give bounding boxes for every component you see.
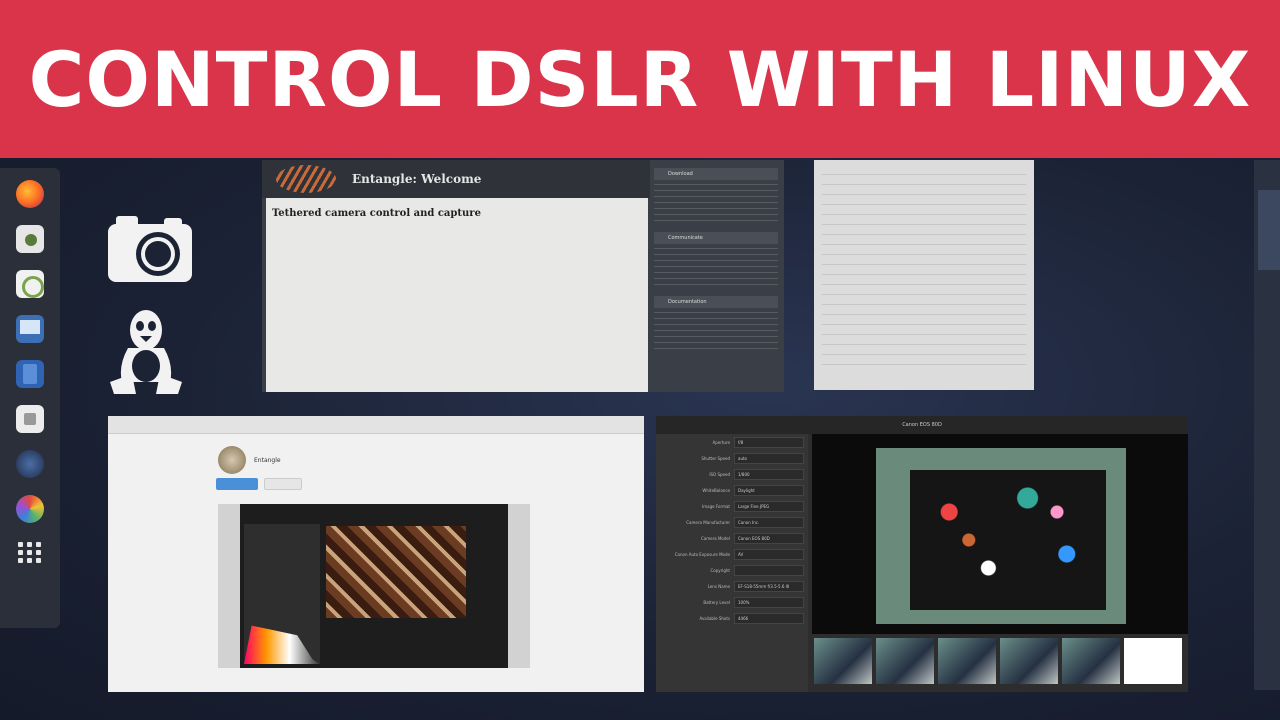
app-name: Entangle [254,456,281,464]
camera-setting-label: ISO Speed [709,471,730,477]
workspace-strip[interactable] [1254,160,1280,690]
camera-setting-value[interactable]: Canon Inc. [734,516,804,528]
communicate-heading: Communicate [654,232,778,244]
camera-setting-label: Image Format [702,503,730,509]
camera-setting-value[interactable]: Canon EOS 80D [734,532,804,544]
remote-desktop-icon[interactable] [16,315,44,343]
camera-setting-label: Aperture [712,439,730,445]
settings-window[interactable] [814,160,1034,390]
entangle-paragraph [272,235,642,242]
thumbnail-strip [812,638,1188,684]
camera-setting-value[interactable]: 4466 [734,612,804,624]
thumbnail[interactable] [814,638,872,684]
settings-content [822,174,1026,374]
camera-setting-row: Camera Manufacturer Canon Inc. [656,514,808,530]
entangle-sidebar: Download Communicate Documentation [654,168,778,388]
entangle-app-icon [218,446,246,474]
thumbnail[interactable] [938,638,996,684]
entangle-paragraph [272,245,642,252]
camera-setting-label: Copyright [710,567,730,573]
tux-icon [110,310,182,394]
app-header: Entangle [218,446,281,474]
camera-preview [812,434,1188,634]
clipboard-icon[interactable] [16,405,44,433]
camera-setting-row: Aperture f/8 [656,434,808,450]
install-button[interactable] [216,478,258,490]
entangle-logo [276,165,336,193]
communicate-text [654,248,778,288]
camera-titlebar: Canon EOS 80D [656,416,1188,434]
camera-setting-row: Battery Level 100% [656,594,808,610]
camera-icon [108,216,192,282]
documentation-block: Documentation [654,296,778,352]
download-heading: Download [654,168,778,180]
sticker-collage [910,470,1106,610]
download-block: Download [654,168,778,224]
camera-setting-label: Battery Level [703,599,730,605]
camera-setting-row: Copyright [656,562,808,578]
camera-setting-label: Camera Manufacturer [686,519,730,525]
thumbnail-selected[interactable] [1124,638,1182,684]
documentation-heading: Documentation [654,296,778,308]
software-titlebar [108,416,644,434]
camera-setting-label: Camera Model [701,535,730,541]
entangle-paragraph [272,225,642,232]
title-banner: CONTROL DSLR WITH LINUX [0,0,1280,158]
camera-setting-value[interactable] [734,564,804,576]
firefox-icon[interactable] [16,180,44,208]
entangle-icon[interactable] [16,450,44,478]
camera-setting-row: Camera Model Canon EOS 80D [656,530,808,546]
apps-grid-icon[interactable] [18,540,42,564]
camera-setting-value[interactable]: auto [734,452,804,464]
camera-setting-value[interactable]: f/8 [734,436,804,448]
darktable-screenshot [240,504,508,668]
software-icon[interactable] [16,225,44,253]
camera-setting-value[interactable]: AV [734,548,804,560]
entangle-website-window[interactable]: Entangle: Welcome Tethered camera contro… [262,160,784,392]
camera-setting-row: Available Shots 4466 [656,610,808,626]
thumbnail[interactable] [876,638,934,684]
camera-setting-value[interactable]: 1/800 [734,468,804,480]
thumbnail[interactable] [1000,638,1058,684]
camera-setting-value[interactable]: Large Fine JPEG [734,500,804,512]
camera-setting-label: Shutter Speed [701,455,730,461]
camera-setting-label: Available Shots [699,615,730,621]
darktable-icon[interactable] [16,495,44,523]
entangle-content: Tethered camera control and capture [266,198,648,392]
dock [0,168,60,628]
entangle-header: Entangle: Welcome [262,160,650,198]
app-screenshot [218,504,530,668]
camera-setting-row: Lens Name EF-S18-55mm f/3.5-5.6 III [656,578,808,594]
notes-icon[interactable] [16,360,44,388]
documentation-text [654,312,778,352]
camera-settings-panel: Aperture f/8 Shutter Speed auto ISO Speed 1/8… [656,434,808,692]
remove-button[interactable] [264,478,302,490]
camera-setting-row: Canon Auto Exposure Mode AV [656,546,808,562]
camera-setting-row: ISO Speed 1/800 [656,466,808,482]
preview-board [876,448,1126,624]
camera-setting-row: WhiteBalance Daylight [656,482,808,498]
banner-title: CONTROL DSLR WITH LINUX [28,34,1252,124]
communicate-block: Communicate [654,232,778,288]
camera-setting-label: Lens Name [707,583,730,589]
entangle-heading: Tethered camera control and capture [272,208,481,219]
software-center-window[interactable]: Entangle [108,416,644,692]
entangle-header-title: Entangle: Welcome [352,172,482,186]
camera-setting-value[interactable]: 100% [734,596,804,608]
download-text [654,184,778,224]
camera-control-window[interactable]: Canon EOS 80D Aperture f/8 Shutter Speed au… [656,416,1188,692]
preview-photo [326,526,466,618]
camera-setting-value[interactable]: EF-S18-55mm f/3.5-5.6 III [734,580,804,592]
camera-setting-label: WhiteBalance [702,487,730,493]
thumbnail[interactable] [1062,638,1120,684]
camera-setting-label: Canon Auto Exposure Mode [674,551,730,557]
camera-setting-row: Shutter Speed auto [656,450,808,466]
tweaks-icon[interactable] [16,270,44,298]
camera-setting-row: Image Format Large Fine JPEG [656,498,808,514]
camera-setting-value[interactable]: Daylight [734,484,804,496]
